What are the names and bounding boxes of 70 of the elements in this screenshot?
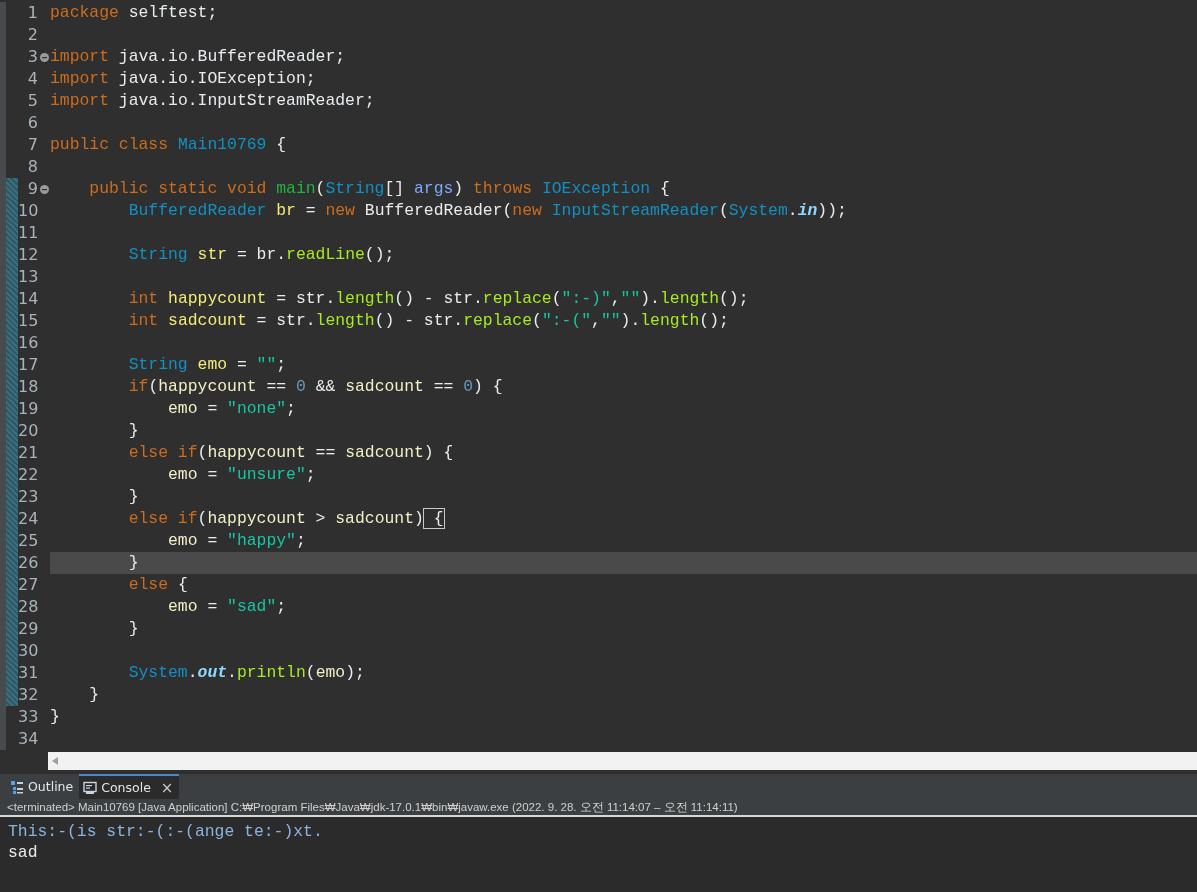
line-number: 5: [26, 90, 38, 112]
code-line: else {: [127, 574, 189, 596]
collapse-icon[interactable]: [39, 52, 49, 62]
code-line: package selftest;: [50, 2, 219, 24]
code-line: BufferedReader br = new BufferedReader(new InputStreamReader(System.in));: [127, 200, 848, 222]
line-number: 23: [18, 486, 38, 508]
line-number: 31: [18, 662, 38, 684]
code-line: import java.io.InputStreamReader;: [50, 90, 376, 112]
code-line: }: [88, 684, 101, 706]
line-number: 33: [18, 706, 38, 728]
line-number: 19: [18, 398, 38, 420]
code-line: public static void main(String[] args) throws IOException {: [88, 178, 671, 200]
console-output: This:-(is str:-(:-(ange te:-)xt.: [8, 821, 324, 842]
line-number: 32: [18, 684, 38, 706]
line-number: 28: [18, 596, 38, 618]
outline-icon: [10, 779, 24, 794]
console-output: sad: [8, 842, 39, 863]
view-tab[interactable]: Console ×: [79, 774, 180, 799]
line-number: 3: [26, 46, 38, 68]
line-number: 26: [18, 552, 38, 574]
line-number: 11: [18, 222, 38, 244]
code-line: }: [127, 420, 140, 442]
line-number: 20: [18, 420, 38, 442]
code-line: int happycount = str.length() - str.replace(":-)","").length();: [127, 288, 750, 310]
line-number: 16: [18, 332, 38, 354]
code-line: System.out.println(emo);: [127, 662, 366, 684]
line-number: 18: [18, 376, 38, 398]
code-line: }: [50, 706, 61, 728]
line-number: 15: [18, 310, 38, 332]
view-tab[interactable]: Outline: [6, 774, 80, 799]
line-number: 24: [18, 508, 38, 530]
line-number: 1: [26, 2, 38, 24]
code-line: import java.io.BufferedReader;: [50, 46, 347, 68]
line-number: 30: [18, 640, 38, 662]
line-number: 10: [18, 200, 38, 222]
horizontal-scrollbar[interactable]: [48, 752, 1197, 770]
line-number: 14: [18, 288, 38, 310]
collapse-icon[interactable]: [39, 184, 49, 194]
line-number: 13: [18, 266, 38, 288]
code-line: else if(happycount == sadcount) {: [127, 442, 455, 464]
line-number: 2: [26, 24, 38, 46]
line-number: 12: [18, 244, 38, 266]
code-line: emo = "unsure";: [167, 464, 317, 486]
close-button[interactable]: ×: [160, 778, 174, 797]
code-line: import java.io.IOException;: [50, 68, 317, 90]
line-number: 21: [18, 442, 38, 464]
code-line: int sadcount = str.length() - str.replace(":-(","").length();: [127, 310, 730, 332]
code-line: }: [127, 486, 140, 508]
line-number: 27: [18, 574, 38, 596]
code-line: else if(happycount > sadcount) {: [127, 508, 445, 530]
line-number: 34: [18, 728, 38, 750]
code-line: emo = "happy";: [167, 530, 307, 552]
code-line: }: [127, 618, 140, 640]
line-number: 29: [18, 618, 38, 640]
line-number: 4: [26, 68, 38, 90]
line-number: 25: [18, 530, 38, 552]
line-number: 6: [26, 112, 38, 134]
code-line: String str = br.readLine();: [127, 244, 396, 266]
line-number: 8: [26, 156, 38, 178]
console-status: <terminated> Main10769 [Java Application] C:₩Program Files₩Java₩jdk-17.0.1₩bin₩javaw.exe (2022. 9. 28. 오전 11:14:07 – 오전 11:14:11): [0, 799, 1197, 817]
line-number: 9: [26, 178, 38, 200]
line-number: 17: [18, 354, 38, 376]
code-line: if(happycount == 0 && sadcount == 0) {: [127, 376, 504, 398]
line-number: 22: [18, 464, 38, 486]
line-number: 7: [26, 134, 38, 156]
code-line: String emo = "";: [127, 354, 288, 376]
code-line: public class Main10769 {: [50, 134, 288, 156]
code-line: emo = "sad";: [167, 596, 288, 618]
console-icon: [83, 780, 98, 795]
code-line: emo = "none";: [167, 398, 297, 420]
